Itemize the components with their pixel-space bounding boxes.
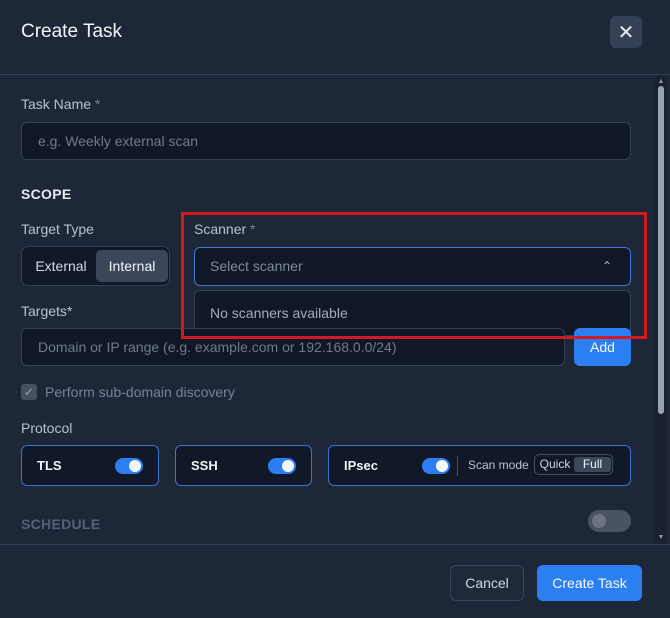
scroll-up-icon[interactable]: ▲: [657, 78, 665, 86]
targets-placeholder: Domain or IP range (e.g. example.com or …: [38, 339, 397, 355]
scope-section-title: SCOPE: [21, 186, 72, 202]
dialog-title: Create Task: [21, 21, 123, 42]
ssh-toggle[interactable]: [268, 458, 296, 474]
task-name-label: Task Name *: [21, 96, 101, 112]
protocol-name-ssh: SSH: [191, 458, 218, 473]
scan-mode-quick[interactable]: Quick: [539, 457, 571, 472]
scan-mode-switch: Quick Full: [534, 454, 613, 475]
protocol-card-tls: TLS: [21, 445, 159, 486]
scan-mode-full[interactable]: Full: [574, 457, 611, 472]
tls-toggle[interactable]: [115, 458, 143, 474]
dialog-scrollbar[interactable]: ▲ ▼: [655, 76, 667, 544]
scan-mode-label: Scan mode: [468, 458, 529, 472]
protocol-name-tls: TLS: [37, 458, 62, 473]
protocol-card-ipsec: IPsec Scan mode Quick Full: [328, 445, 631, 486]
dialog-header: Create Task ✕: [0, 0, 670, 75]
protocol-name-ipsec: IPsec: [344, 458, 378, 473]
subdomain-discovery-checkbox[interactable]: ✓: [21, 384, 37, 400]
protocol-divider: [457, 456, 458, 476]
target-type-external[interactable]: External: [26, 250, 96, 282]
target-type-switch: External Internal: [21, 246, 170, 286]
scanner-highlight-box: [181, 212, 647, 339]
create-task-button[interactable]: Create Task: [537, 565, 642, 601]
scroll-down-icon[interactable]: ▼: [657, 534, 665, 542]
subdomain-discovery-label: Perform sub-domain discovery: [45, 384, 235, 400]
dialog-footer: Cancel Create Task: [0, 544, 670, 618]
create-task-dialog: Create Task ✕ Task Name * e.g. Weekly ex…: [0, 0, 670, 618]
scrollbar-thumb[interactable]: [658, 86, 664, 414]
task-name-placeholder: e.g. Weekly external scan: [38, 133, 199, 149]
protocol-card-ssh: SSH: [175, 445, 312, 486]
close-button[interactable]: ✕: [610, 16, 642, 48]
targets-label: Targets*: [21, 303, 73, 319]
target-type-label: Target Type: [21, 221, 94, 237]
required-marker: *: [94, 96, 101, 112]
schedule-toggle[interactable]: [588, 510, 631, 532]
protocol-label: Protocol: [21, 420, 73, 436]
ipsec-toggle[interactable]: [422, 458, 450, 474]
target-type-internal[interactable]: Internal: [96, 250, 168, 282]
schedule-section-title: SCHEDULE: [21, 516, 101, 532]
task-name-input[interactable]: e.g. Weekly external scan: [21, 122, 631, 160]
cancel-button[interactable]: Cancel: [450, 565, 524, 601]
close-icon: ✕: [617, 21, 635, 44]
dialog-body: Task Name * e.g. Weekly external scan SC…: [0, 76, 655, 544]
